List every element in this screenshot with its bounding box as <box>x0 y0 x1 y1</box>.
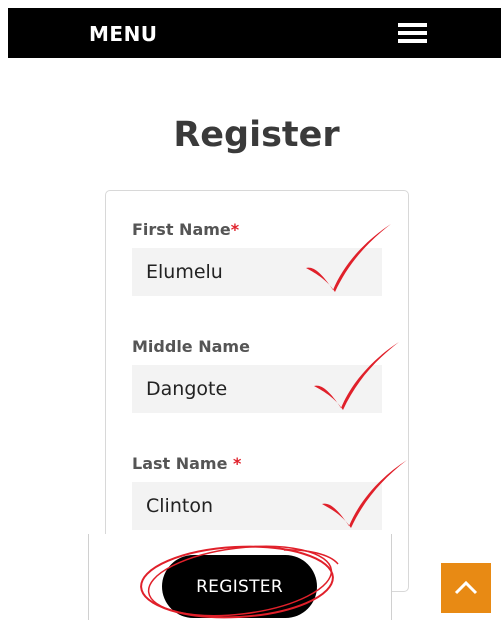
first-name-input[interactable] <box>132 248 382 296</box>
required-asterisk: * <box>233 454 242 473</box>
register-button[interactable]: REGISTER <box>162 555 317 618</box>
last-name-input[interactable] <box>132 482 382 530</box>
last-name-label: Last Name * <box>132 454 242 473</box>
register-form-card: First Name* Middle Name Last Name * <box>105 190 409 592</box>
scroll-to-top-button[interactable] <box>441 563 491 613</box>
first-name-label: First Name* <box>132 220 240 239</box>
chevron-up-icon <box>454 580 478 595</box>
middle-name-input[interactable] <box>132 365 382 413</box>
menu-label[interactable]: MENU <box>89 22 158 46</box>
top-menu-bar: MENU <box>8 8 501 58</box>
hamburger-menu-icon[interactable] <box>398 23 427 43</box>
middle-name-label: Middle Name <box>132 337 250 356</box>
page-title: Register <box>173 115 340 155</box>
required-asterisk: * <box>230 220 240 239</box>
